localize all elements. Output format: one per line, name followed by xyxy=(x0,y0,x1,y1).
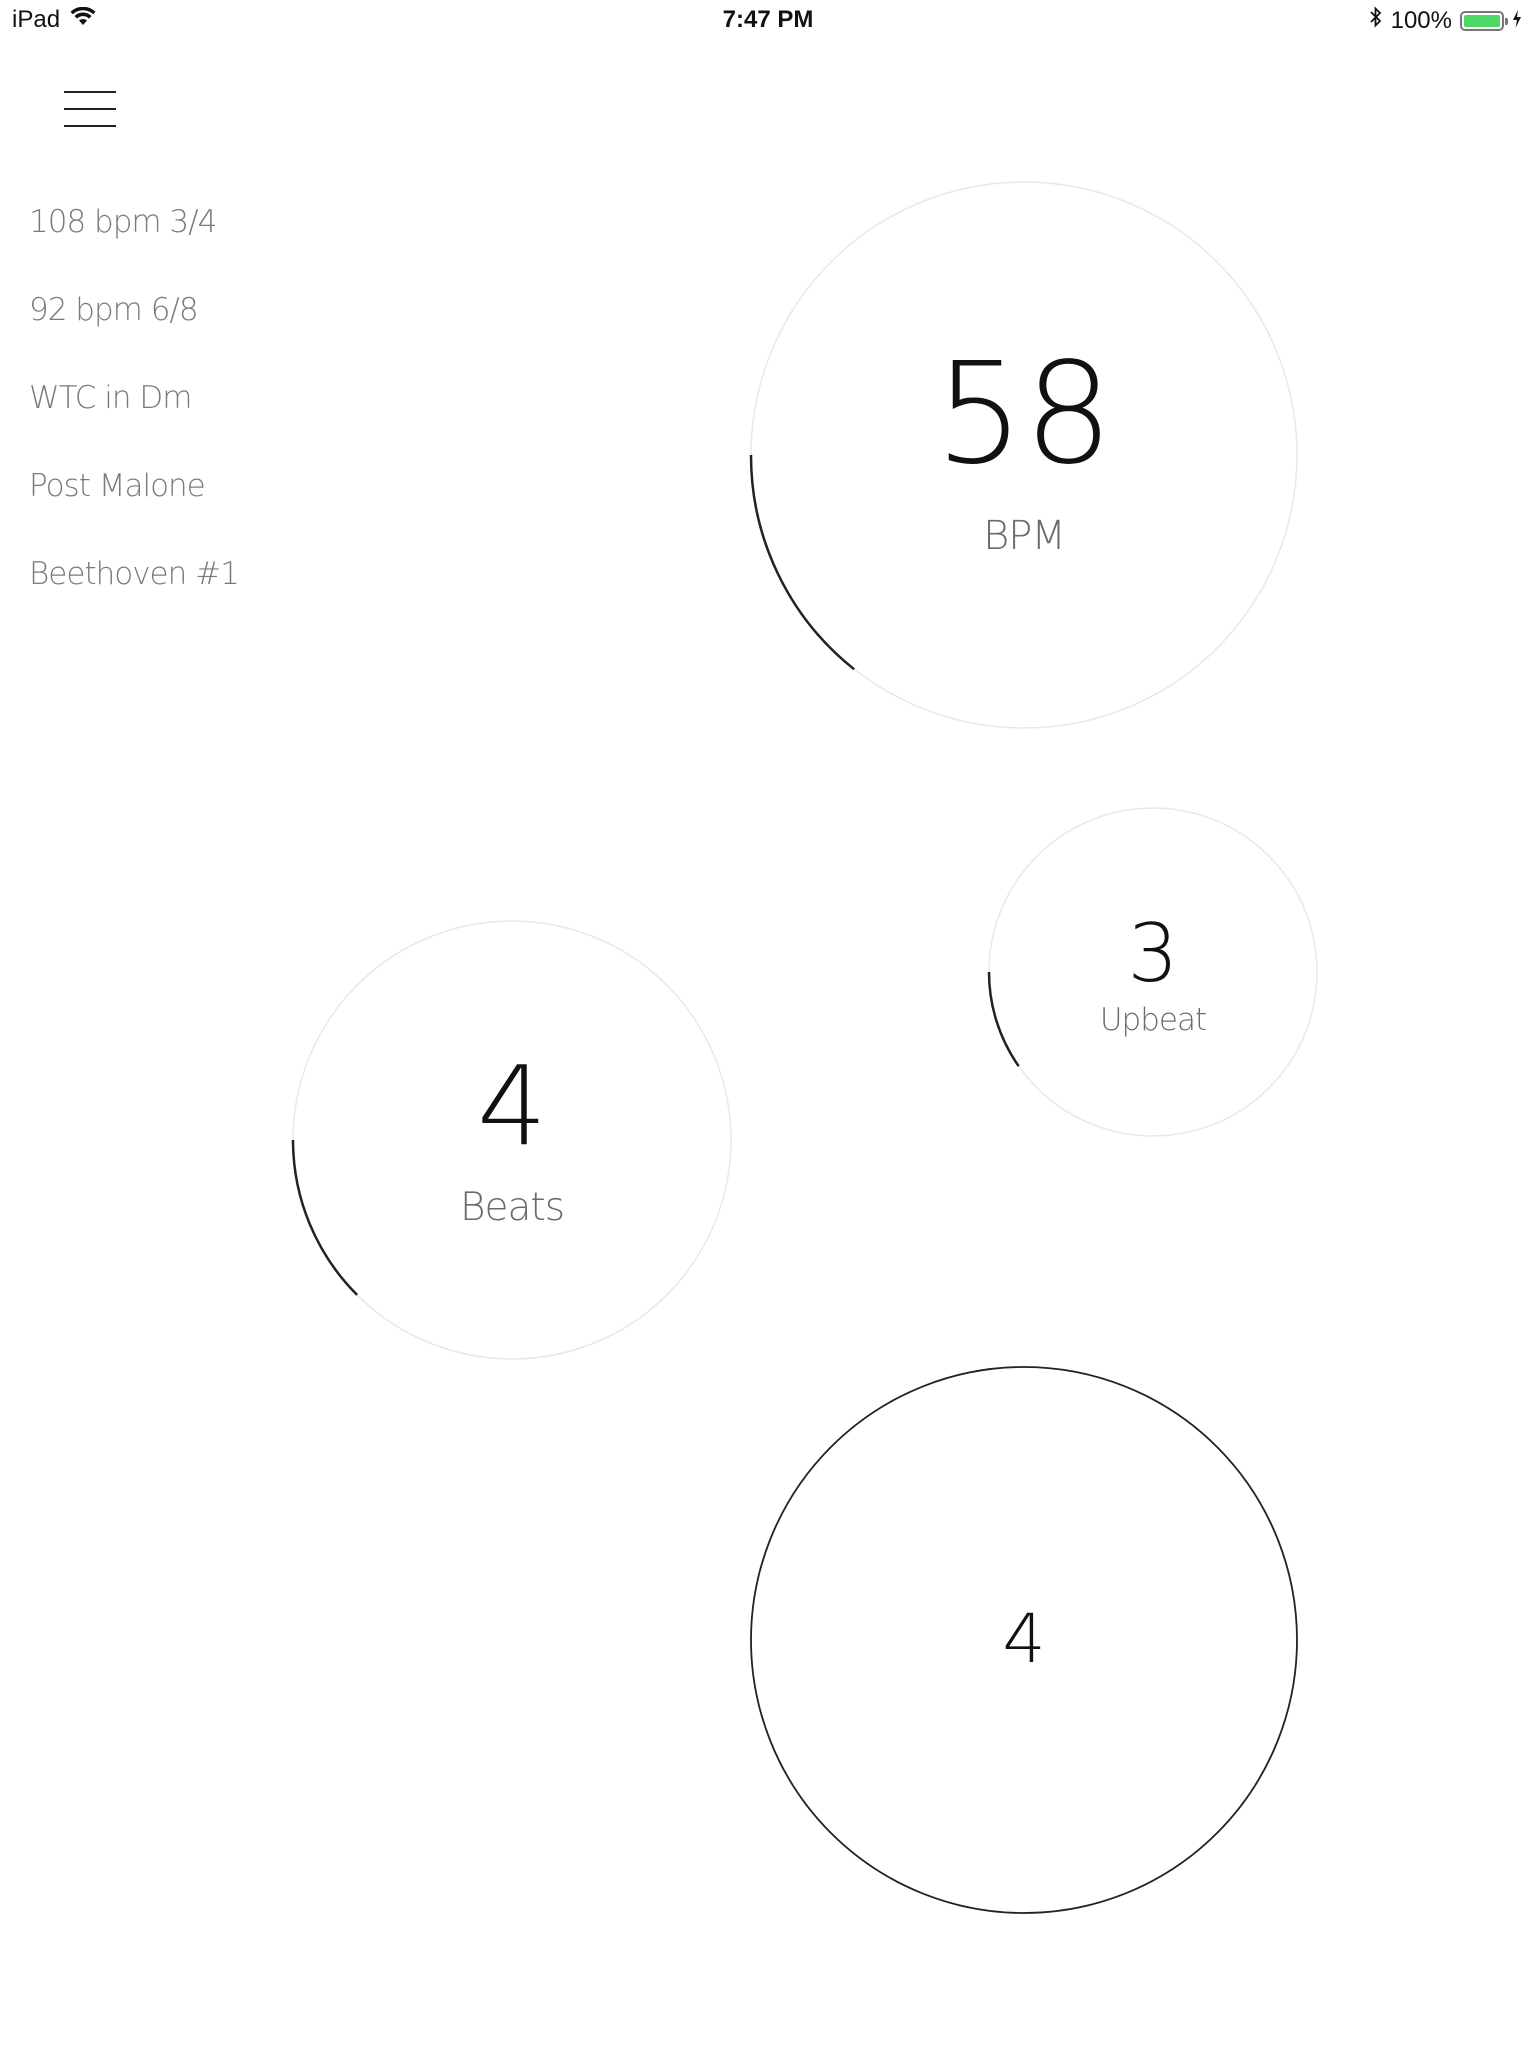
upbeat-value: 3 xyxy=(1127,907,1179,1000)
menu-line xyxy=(64,91,116,93)
beat-counter-value: 4 xyxy=(1002,1600,1046,1679)
menu-line xyxy=(64,108,116,110)
beats-label: Beats xyxy=(459,1184,565,1230)
preset-item-wtc[interactable]: WTC in Dm xyxy=(29,380,239,468)
bluetooth-icon xyxy=(1369,6,1383,35)
preset-item-92-bpm[interactable]: 92 bpm 6/8 xyxy=(29,292,239,380)
beats-value: 4 xyxy=(477,1041,547,1170)
charging-icon xyxy=(1512,7,1522,35)
bpm-label: BPM xyxy=(983,513,1066,559)
preset-list: 108 bpm 3/4 92 bpm 6/8 WTC in Dm Post Ma… xyxy=(29,204,240,644)
beat-counter-button[interactable]: 4 xyxy=(750,1366,1298,1914)
preset-item-108-bpm[interactable]: 108 bpm 3/4 xyxy=(29,204,239,292)
status-right: 100% xyxy=(1369,6,1522,35)
upbeat-label: Upbeat xyxy=(1099,1002,1207,1038)
hamburger-menu-icon[interactable] xyxy=(64,88,116,130)
bpm-value: 58 xyxy=(934,333,1114,496)
beats-dial[interactable]: 4 Beats xyxy=(291,920,732,1360)
preset-item-post-malone[interactable]: Post Malone xyxy=(29,468,239,556)
status-time: 7:47 PM xyxy=(722,6,814,33)
preset-item-beethoven[interactable]: Beethoven #1 xyxy=(29,556,240,644)
battery-level-fill xyxy=(1464,14,1500,27)
battery-nub xyxy=(1505,17,1508,25)
bpm-dial[interactable]: 58 BPM xyxy=(749,181,1298,729)
battery-icon xyxy=(1460,10,1508,31)
upbeat-dial[interactable]: 3 Upbeat xyxy=(987,807,1318,1137)
battery-percent: 100% xyxy=(1390,6,1452,34)
menu-line xyxy=(64,125,116,127)
status-bar: iPad 7:47 PM 100% xyxy=(0,0,1536,40)
